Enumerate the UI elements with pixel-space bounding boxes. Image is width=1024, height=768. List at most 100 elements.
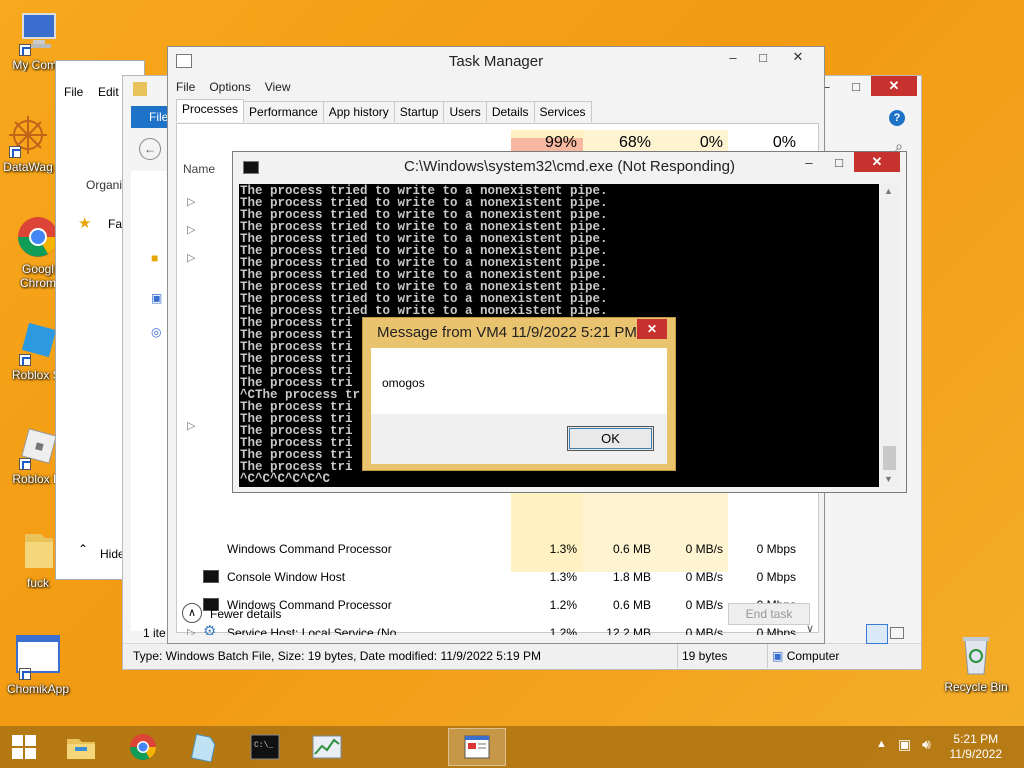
tab-startup[interactable]: Startup	[393, 101, 445, 122]
preview-view-icon[interactable]	[890, 627, 904, 639]
process-memory: 1.8 MB	[612, 570, 651, 584]
message-dialog[interactable]: Message from VM4 11/9/2022 5:21 PM ✕ omo…	[362, 317, 676, 471]
notepad-icon	[190, 733, 216, 762]
maximize-button[interactable]: □	[841, 76, 871, 96]
ribbon-file-tab[interactable]: File	[131, 106, 168, 128]
desktop-icon-chomikapp[interactable]: ChomikApp	[2, 634, 74, 696]
cpu-usage[interactable]: 99%	[517, 134, 577, 152]
close-button[interactable]: ✕	[778, 47, 818, 67]
end-task-button[interactable]: End task	[728, 603, 810, 625]
shortcut-arrow-icon	[9, 146, 21, 158]
scroll-down-icon[interactable]: ▼	[884, 474, 893, 484]
tab-app-history[interactable]: App history	[322, 101, 395, 122]
scrollbar-thumb[interactable]	[883, 446, 896, 470]
process-disk: 0 MB/s	[685, 626, 723, 635]
help-icon[interactable]: ?	[889, 110, 905, 126]
clock-date: 11/9/2022	[949, 747, 1003, 761]
svg-text:C:\_: C:\_	[254, 741, 273, 750]
taskbar-explorer-window[interactable]	[448, 728, 506, 766]
process-disk: 0 MB/s	[685, 598, 723, 612]
nav-item-favorites[interactable]: Fa	[108, 217, 122, 231]
taskbar-cmd[interactable]: C:\_	[236, 728, 294, 766]
menu-options[interactable]: Options	[209, 80, 250, 94]
taskbar-task-manager[interactable]	[298, 728, 356, 766]
explorer-back-menu-edit[interactable]: Edit	[98, 85, 119, 99]
details-view-icon[interactable]	[866, 624, 888, 644]
network-usage[interactable]: 0%	[733, 134, 796, 152]
taskbar-file-explorer[interactable]	[52, 728, 110, 766]
table-row[interactable]: Console Window Host 1.3% 1.8 MB 0 MB/s 0…	[177, 563, 802, 591]
maximize-button[interactable]: □	[748, 47, 778, 67]
process-memory: 0.6 MB	[612, 542, 651, 556]
close-button[interactable]: ✕	[871, 76, 917, 96]
menu-file[interactable]: File	[176, 80, 195, 94]
explorer-back-menu-file[interactable]: File	[64, 85, 83, 99]
status-location-label: Computer	[786, 649, 840, 663]
maximize-button[interactable]: □	[824, 152, 854, 172]
desktop-icon-recycle-bin[interactable]: Recycle Bin	[940, 632, 1012, 694]
table-row[interactable]: Windows Command Processor 1.3% 0.6 MB 0 …	[177, 535, 802, 563]
table-row[interactable]: ▷ ⚙ Service Host: Local Service (No ... …	[177, 619, 802, 636]
chevron-up-icon[interactable]: ∧	[182, 603, 202, 623]
taskbar: C:\_ ▲ ▣ 🔊︎ 5:21 PM 11/9/2022	[0, 726, 1024, 768]
desktop-icon-label: Googl Chrom	[19, 262, 56, 290]
console-icon	[203, 570, 219, 583]
menu-view[interactable]: View	[265, 80, 291, 94]
organize-label[interactable]: Organi	[86, 178, 122, 192]
expand-chevron-icon[interactable]: ▷	[187, 626, 195, 635]
tab-details[interactable]: Details	[485, 101, 535, 122]
show-hidden-icons-icon[interactable]: ▲	[876, 738, 887, 750]
hide-folders-link[interactable]: Hide	[100, 547, 125, 561]
gear-icon: ⚙	[203, 623, 217, 636]
close-button[interactable]: ✕	[854, 152, 900, 172]
back-arrow-icon[interactable]: ←	[139, 138, 161, 160]
row-expanders: ▷ ▷ ▷ ▷	[187, 196, 196, 432]
status-size: 19 bytes	[677, 644, 727, 668]
menu-bar: File Options View	[176, 80, 291, 94]
minimize-button[interactable]: –	[718, 47, 748, 67]
taskbar-clock[interactable]: 5:21 PM 11/9/2022	[950, 732, 1003, 762]
explorer-app-icon	[133, 82, 147, 96]
dialog-footer: OK	[371, 414, 667, 464]
desktop-icon-label: ChomikApp	[6, 682, 70, 696]
status-file-info: Type: Windows Batch File, Size: 19 bytes…	[133, 649, 541, 663]
chrome-icon	[129, 734, 157, 761]
minimize-button[interactable]: –	[794, 152, 824, 172]
fewer-details-link[interactable]: Fewer details	[210, 607, 281, 621]
start-button[interactable]	[0, 728, 48, 766]
clock-time: 5:21 PM	[953, 732, 999, 746]
process-memory: 0.6 MB	[612, 598, 651, 612]
tab-performance[interactable]: Performance	[243, 101, 324, 122]
tab-services[interactable]: Services	[533, 101, 592, 122]
memory-usage[interactable]: 68%	[587, 134, 651, 152]
taskbar-chrome[interactable]	[114, 728, 172, 766]
hide-chevron-icon[interactable]: ⌃	[78, 542, 88, 556]
close-button[interactable]: ✕	[637, 319, 667, 339]
scroll-up-icon[interactable]: ▲	[884, 186, 893, 196]
shortcut-arrow-icon	[19, 458, 31, 470]
name-column-header[interactable]: Name	[183, 162, 215, 176]
tab-processes[interactable]: Processes	[176, 99, 245, 122]
shortcut-arrow-icon	[19, 668, 31, 680]
tab-users[interactable]: Users	[443, 101, 487, 122]
network-small-icon: ◎	[151, 325, 162, 339]
process-memory: 12.2 MB	[606, 626, 651, 635]
volume-icon[interactable]: 🔊︎	[922, 736, 931, 753]
process-name: Windows Command Processor	[227, 542, 392, 556]
process-network: 0 Mbps	[756, 542, 796, 556]
process-network: 0 Mbps	[756, 570, 796, 584]
network-tray-icon[interactable]: ▣	[898, 736, 911, 753]
vertical-scrollbar[interactable]: ▲ ▼	[881, 184, 898, 487]
ok-button[interactable]: OK	[567, 426, 654, 451]
dialog-body: omogos	[371, 348, 667, 414]
shortcut-arrow-icon	[19, 44, 31, 56]
message-text: omogos	[382, 376, 425, 390]
process-cpu: 1.2%	[549, 626, 577, 635]
items-count: 1 ite	[143, 626, 166, 640]
windows-logo-icon	[12, 735, 36, 759]
process-disk: 0 MB/s	[685, 570, 723, 584]
task-manager-icon	[312, 735, 342, 759]
disk-usage[interactable]: 0%	[661, 134, 723, 152]
tab-strip: Processes Performance App history Startu…	[176, 99, 592, 122]
taskbar-notepad[interactable]	[174, 728, 232, 766]
